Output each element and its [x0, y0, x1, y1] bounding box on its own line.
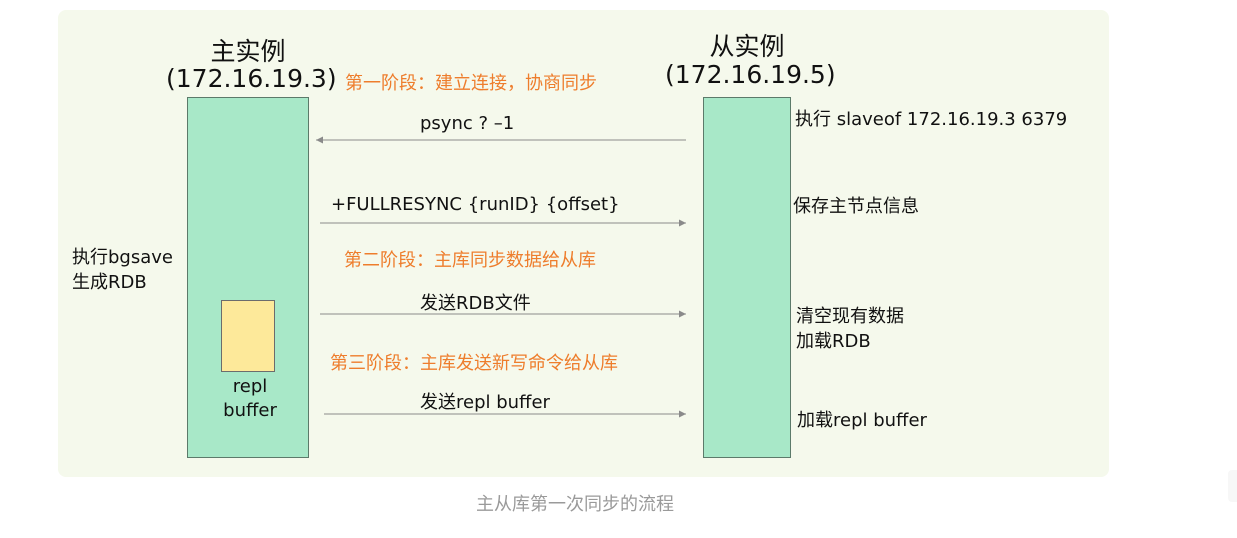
arrows-layer	[316, 136, 686, 418]
diagram-caption: 主从库第一次同步的流程	[476, 494, 674, 515]
side-edge-tab	[1228, 470, 1237, 502]
